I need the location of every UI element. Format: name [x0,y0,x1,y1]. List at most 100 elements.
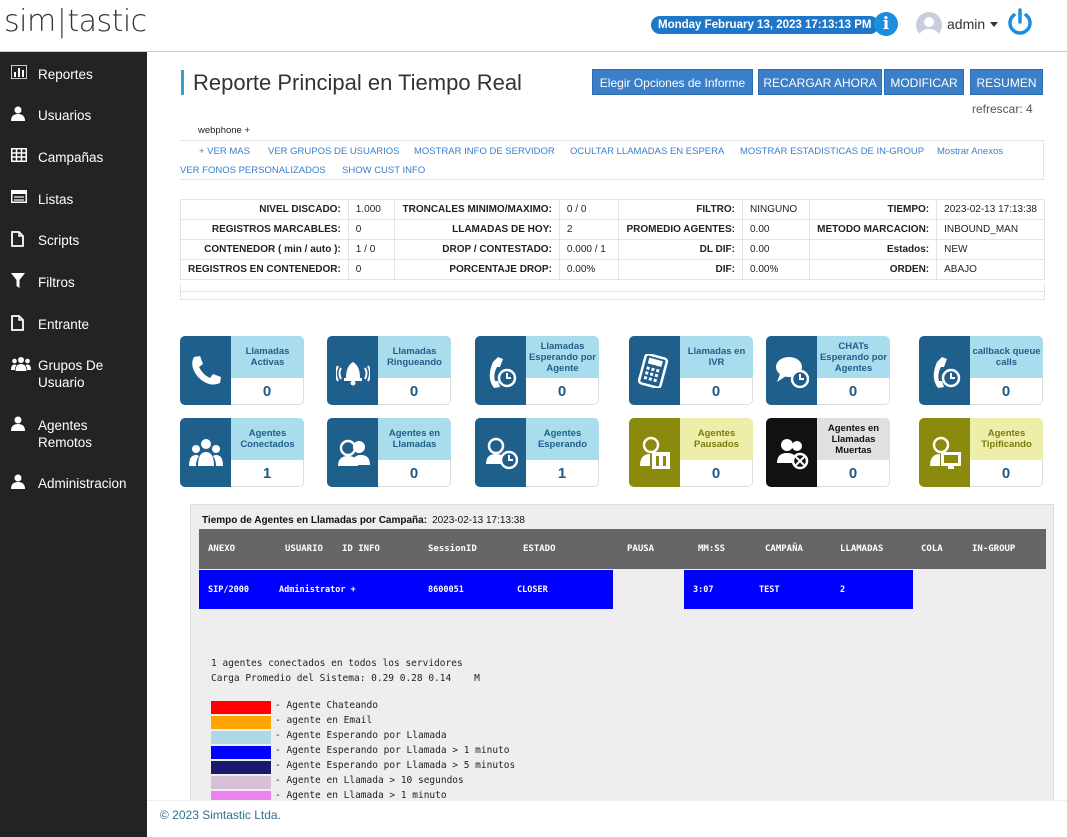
tile-label: callback queue calls [970,336,1043,378]
webphone-link[interactable]: webphone + [198,125,250,136]
link-hide-holds[interactable]: OCULTAR LLAMADAS EN ESPERA [570,146,724,157]
tile-agentes-tipificando[interactable]: Agentes Tipificando 0 [919,418,1043,487]
headset-clock-icon [475,418,526,487]
reload-now-button[interactable]: RECARGAR AHORA [758,69,882,95]
datetime-badge: Monday February 13, 2023 17:13:13 PM [651,16,879,34]
agents-panel: Tiempo de Agentes en Llamadas por Campañ… [190,504,1054,800]
headset-icon [327,418,378,487]
tile-llamadas-esperando[interactable]: Llamadas Esperando por Agente 0 [475,336,599,405]
chevron-down-icon[interactable] [990,22,998,27]
tile-value: 0 [526,378,599,405]
tile-label: Agentes Pausados [680,418,753,460]
cell-usuario[interactable]: Administrator + [279,585,356,595]
stat-key: ORDEN: [809,259,938,280]
top-bar: sim|tastic Monday February 13, 2023 17:1… [0,0,1067,52]
phone-clock-icon [475,336,526,405]
tile-label: Llamadas Ringueando [378,336,451,378]
legend-label: - agente en Email [275,715,373,726]
tile-value: 0 [970,460,1043,487]
legend-label: - Agente en Llamada > 10 segundos [275,775,464,786]
tile-label: Agentes en Llamadas Muertas [817,418,890,460]
list-icon [11,190,29,208]
grid-icon [11,148,29,166]
legend-swatch [211,731,271,744]
summary-button[interactable]: RESUMEN [970,69,1043,95]
link-ver-mas[interactable]: + VER MAS [199,146,250,157]
chat-clock-icon [766,336,817,405]
link-custom-phones[interactable]: VER FONOS PERSONALIZADOS [180,165,326,176]
cell-anexo[interactable]: SIP/2000 [208,585,249,595]
agents-panel-title: Tiempo de Agentes en Llamadas por Campañ… [202,515,525,526]
col-header: USUARIO [285,544,323,554]
col-header: SessionID [428,544,477,554]
tile-agentes-en-llamadas[interactable]: Agentes en Llamadas 0 [327,418,451,487]
sidebar: Reportes Usuarios Campañas Listas Script… [0,52,147,837]
tile-agentes-pausados[interactable]: Agentes Pausados 0 [629,418,753,487]
link-ingroup-stats[interactable]: MOSTRAR ESTADISTICAS DE IN-GROUP [740,146,924,157]
phone-icon [180,336,231,405]
footer: © 2023 Simtastic Ltda. [147,800,1067,837]
link-server-info[interactable]: MOSTRAR INFO DE SERVIDOR [414,146,555,157]
row-fill [684,570,913,609]
stat-key: DROP / CONTESTADO: [394,239,560,260]
col-header: ANEXO [208,544,236,554]
power-icon[interactable] [1006,8,1034,38]
stat-key: REGISTROS MARCABLES: [180,219,349,240]
tile-value: 0 [970,378,1043,405]
stat-value: 1.000 [347,199,396,220]
tile-value: 0 [680,460,753,487]
tile-label: Llamadas Esperando por Agente [526,336,599,378]
tile-llamadas-activas[interactable]: Llamadas Activas 0 [180,336,304,405]
tile-llamadas-ringueando[interactable]: Llamadas Ringueando 0 [327,336,451,405]
stat-key: DL DIF: [618,239,743,260]
page-title: Reporte Principal en Tiempo Real [181,70,522,95]
cell-session: 8600051 [428,585,464,595]
avatar[interactable] [916,12,942,38]
refresh-label: refrescar: 4 [972,102,1033,116]
tile-callback-queue[interactable]: callback queue calls 0 [919,336,1043,405]
link-user-groups[interactable]: VER GRUPOS DE USUARIOS [268,146,399,157]
stat-value: 0.00 [741,219,811,240]
tile-llamadas-ivr[interactable]: Llamadas en IVR 0 [629,336,753,405]
stat-value: ABAJO [936,259,1045,280]
stat-key: NIVEL DISCADO: [180,199,349,220]
stat-key: CONTENEDOR ( min / auto ): [180,239,349,260]
stat-value: INBOUND_MAN [936,219,1045,240]
stat-value: 2023-02-13 17:13:38 [936,199,1045,220]
tile-agentes-conectados[interactable]: Agentes Conectados 1 [180,418,304,487]
user-icon [11,106,29,124]
headset-screen-icon [919,418,970,487]
link-show-anexos[interactable]: Mostrar Anexos [937,146,1003,157]
stat-value: NEW [936,239,1045,260]
link-cust-info[interactable]: SHOW CUST INFO [342,165,425,176]
cell-campana: TEST [759,585,780,595]
tile-value: 0 [231,378,304,405]
tile-chats-esperando[interactable]: CHATs Esperando por Agentes 0 [766,336,890,405]
legend-swatch [211,761,271,774]
legend-swatch [211,776,271,789]
tile-agentes-esperando[interactable]: Agentes Esperando 1 [475,418,599,487]
table-row[interactable]: SIP/2000 Administrator + 8600051 CLOSER … [199,570,1046,609]
stats-table: NIVEL DISCADO: 1.000 TRONCALES MINIMO/MA… [180,199,1045,280]
info-icon[interactable]: i [874,12,898,36]
user-icon [11,474,29,492]
col-header: MM:SS [698,544,726,554]
user-menu-label[interactable]: admin [947,16,985,32]
tile-value: 0 [817,460,890,487]
col-header: ID INFO [342,544,380,554]
app-logo[interactable]: sim|tastic [4,4,147,39]
tile-label: Llamadas Activas [231,336,304,378]
report-options-button[interactable]: Elegir Opciones de Informe [592,69,753,95]
tile-label: Agentes Tipificando [970,418,1043,460]
legend-swatch [211,716,271,729]
col-header: ESTADO [523,544,556,554]
headset-pause-icon [629,418,680,487]
tile-label: Agentes en Llamadas [378,418,451,460]
tile-agentes-llamadas-muertas[interactable]: Agentes en Llamadas Muertas 0 [766,418,890,487]
col-header: COLA [921,544,943,554]
modify-button[interactable]: MODIFICAR [884,69,964,95]
stats-spacer [180,283,1045,292]
users-icon [11,356,31,374]
stat-key: REGISTROS EN CONTENEDOR: [180,259,349,280]
stat-value: 0.00% [741,259,811,280]
